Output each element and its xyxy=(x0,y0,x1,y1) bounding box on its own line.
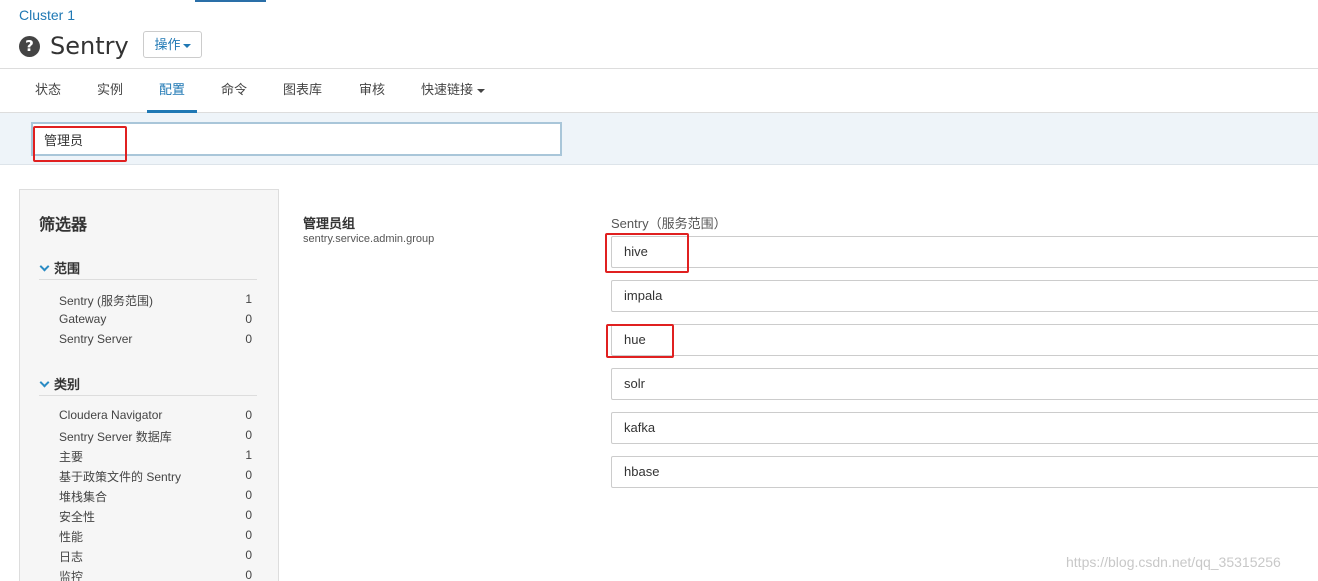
filter-item[interactable]: 安全性 0 xyxy=(59,508,252,528)
admin-group-value-field[interactable]: kafka xyxy=(611,412,1318,444)
breadcrumb-cluster[interactable]: Cluster 1 xyxy=(19,7,75,23)
filter-item-count: 0 xyxy=(245,332,252,346)
filter-item-label: 堆栈集合 xyxy=(59,490,108,504)
page-title: Sentry xyxy=(50,32,129,60)
filter-item-count: 0 xyxy=(245,528,252,542)
filter-title: 筛选器 xyxy=(39,217,88,234)
search-band xyxy=(0,113,1318,165)
filter-item[interactable]: 监控 0 xyxy=(59,568,252,581)
filter-item-label: Sentry Server 数据库 xyxy=(59,430,172,444)
config-search-input[interactable] xyxy=(31,122,562,156)
filter-item-count: 1 xyxy=(245,448,252,462)
setting-key: sentry.service.admin.group xyxy=(303,233,435,245)
filter-section-category[interactable]: 类别 xyxy=(39,374,257,396)
filter-section-scope[interactable]: 范围 xyxy=(39,258,257,280)
filter-item-label: 基于政策文件的 Sentry xyxy=(59,470,182,484)
filter-item[interactable]: 堆栈集合 0 xyxy=(59,488,252,508)
filter-item-label: Sentry Server xyxy=(59,332,133,346)
filter-item[interactable]: 性能 0 xyxy=(59,528,252,548)
filter-item[interactable]: 日志 0 xyxy=(59,548,252,568)
filter-item-label: 监控 xyxy=(59,570,84,581)
filter-item-label: 安全性 xyxy=(59,510,96,524)
admin-group-value-field[interactable]: solr xyxy=(611,368,1318,400)
filter-item-label: Gateway xyxy=(59,312,107,326)
filter-item-label: 性能 xyxy=(59,530,84,544)
filter-item-count: 0 xyxy=(245,568,252,581)
setting-scope-label: Sentry（服务范围） xyxy=(611,216,727,231)
quick-links-label: 快速链接 xyxy=(421,82,474,97)
filter-item-count: 0 xyxy=(245,548,252,562)
chevron-down-icon xyxy=(39,261,50,272)
tab-commands[interactable]: 命令 xyxy=(209,69,259,113)
setting-name: 管理员组 xyxy=(303,216,356,231)
chevron-down-icon xyxy=(39,377,50,388)
tab-instances[interactable]: 实例 xyxy=(85,69,135,113)
filter-item-label: 主要 xyxy=(59,450,84,464)
admin-group-value-field[interactable]: hive xyxy=(611,236,1318,268)
admin-group-value-field[interactable]: impala xyxy=(611,280,1318,312)
filter-item[interactable]: Sentry (服务范围) 1 xyxy=(59,292,252,312)
filter-item-label: Cloudera Navigator xyxy=(59,408,163,422)
tab-charts[interactable]: 图表库 xyxy=(271,69,334,113)
filter-item[interactable]: Cloudera Navigator 0 xyxy=(59,408,252,428)
filter-item-count: 0 xyxy=(245,488,252,502)
filter-item-count: 0 xyxy=(245,312,252,326)
filter-item[interactable]: Sentry Server 数据库 0 xyxy=(59,428,252,448)
filter-item-count: 0 xyxy=(245,428,252,442)
caret-down-icon xyxy=(182,43,191,48)
filter-item[interactable]: 基于政策文件的 Sentry 0 xyxy=(59,468,252,488)
filter-panel: 筛选器 范围 Sentry (服务范围) 1 Gateway 0 Sentry Se… xyxy=(19,189,279,581)
title-row: ? Sentry xyxy=(19,31,129,61)
filter-section-label: 类别 xyxy=(54,377,81,392)
tab-quick-links[interactable]: 快速链接 xyxy=(409,69,497,113)
admin-group-value-field[interactable]: hue xyxy=(611,324,1318,356)
actions-label: 操作 xyxy=(154,37,181,52)
caret-down-icon xyxy=(477,88,486,93)
question-circle-icon[interactable]: ? xyxy=(19,35,40,57)
filter-item[interactable]: Gateway 0 xyxy=(59,312,252,332)
filter-item-label: 日志 xyxy=(59,550,84,564)
filter-item[interactable]: 主要 1 xyxy=(59,448,252,468)
filter-section-label: 范围 xyxy=(54,261,81,276)
watermark: https://blog.csdn.net/qq_35315256 xyxy=(1066,554,1281,570)
page-header: Cluster 1 ? Sentry 操作 xyxy=(0,0,1318,69)
filter-item-count: 0 xyxy=(245,468,252,482)
filter-item-count: 1 xyxy=(245,292,252,306)
actions-dropdown-button[interactable]: 操作 xyxy=(143,31,202,58)
filter-item-label: Sentry (服务范围) xyxy=(59,294,154,308)
filter-item-count: 0 xyxy=(245,508,252,522)
tab-status[interactable]: 状态 xyxy=(23,69,73,113)
filter-item-count: 0 xyxy=(245,408,252,422)
tab-bar: 状态 实例 配置 命令 图表库 审核 快速链接 xyxy=(0,69,1318,113)
tab-audits[interactable]: 审核 xyxy=(347,69,397,113)
admin-group-value-field[interactable]: hbase xyxy=(611,456,1318,488)
tab-configuration[interactable]: 配置 xyxy=(147,69,198,113)
filter-item[interactable]: Sentry Server 0 xyxy=(59,332,252,352)
